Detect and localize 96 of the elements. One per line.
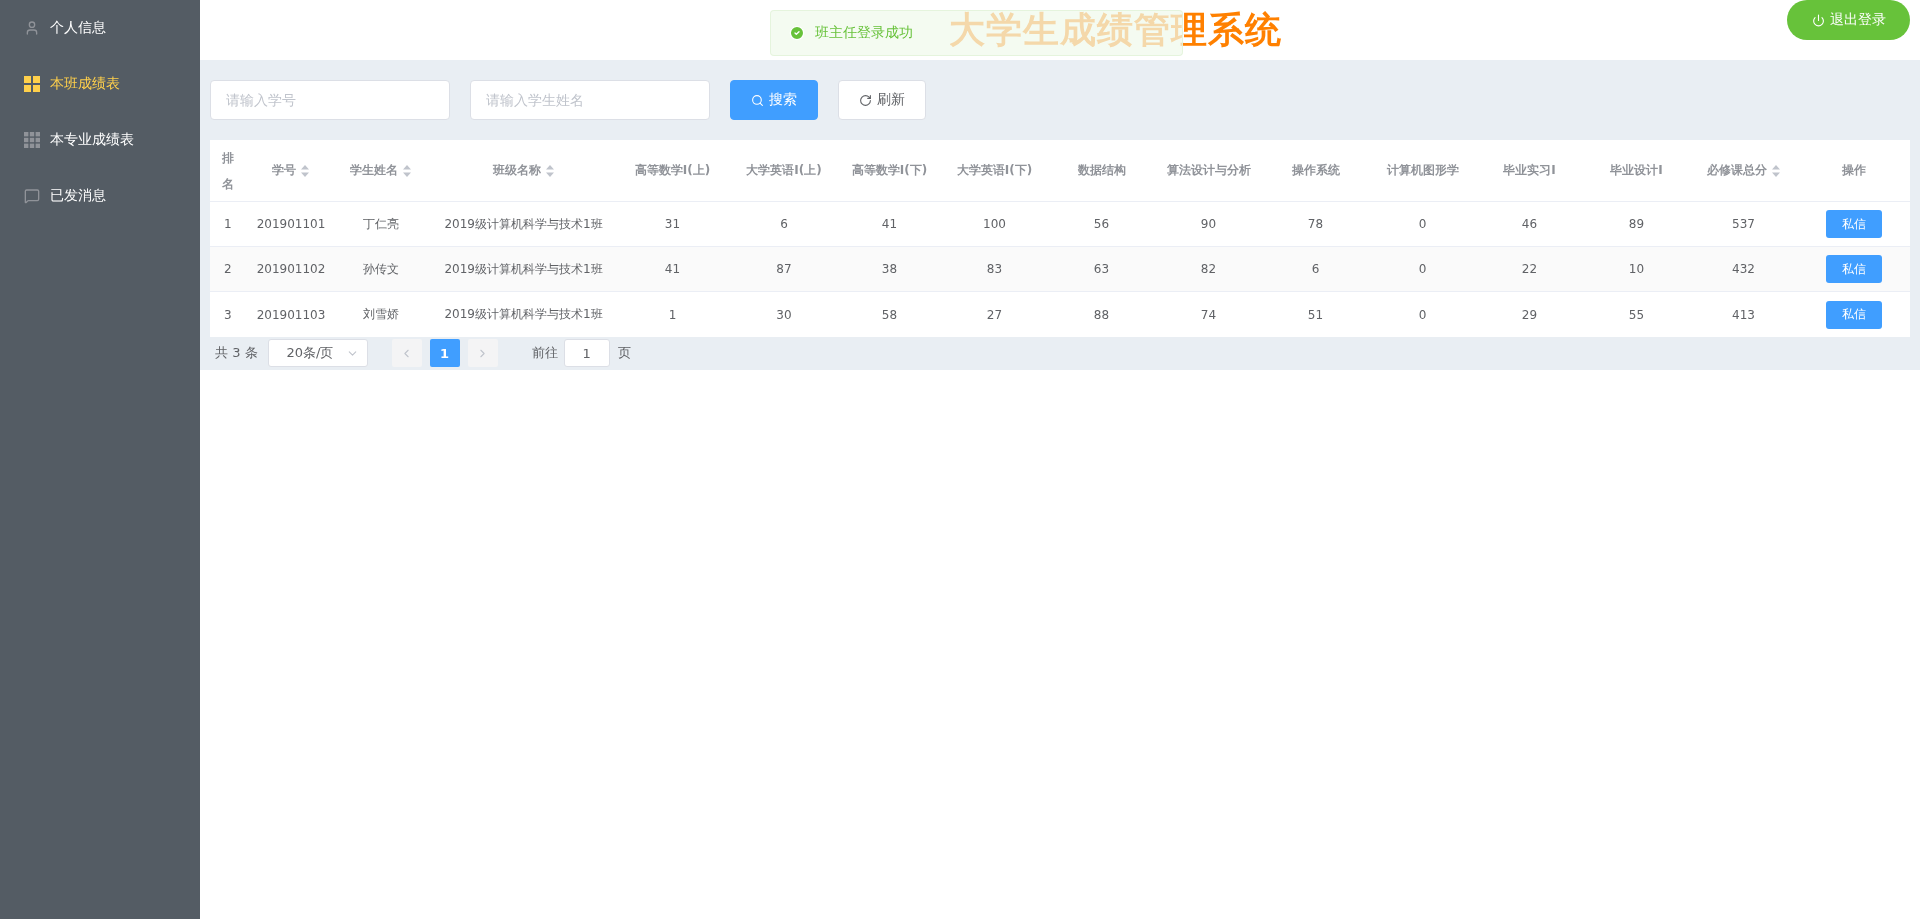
table-cell: 89 — [1628, 217, 1645, 231]
sidebar-label: 本班成绩表 — [50, 75, 120, 93]
table-cell: 83 — [986, 262, 1003, 276]
sidebar-item[interactable]: 个人信息 — [0, 0, 200, 56]
column-header: 大学英语I(上) — [746, 162, 822, 179]
column-header: 高等数学I(下) — [851, 162, 928, 179]
table-cell: 201901102 — [256, 262, 326, 276]
table-cell: 87 — [776, 262, 792, 276]
table-cell: 201901103 — [256, 307, 326, 322]
search-button[interactable]: 搜索 — [730, 80, 818, 120]
user-icon — [24, 20, 40, 36]
column-header: 必修课总分 — [1706, 162, 1767, 179]
sidebar-item[interactable]: 已发消息 — [0, 168, 200, 224]
goto-page-field[interactable]: 1 — [563, 339, 610, 367]
table-cell: 90 — [1200, 217, 1217, 231]
toast-message: 班主任登录成功 — [815, 24, 913, 42]
column-header: 高等数学I(上) — [634, 162, 711, 179]
sort-icon[interactable] — [300, 163, 310, 178]
message-button[interactable]: 私信 — [1825, 210, 1882, 238]
nine-squares-icon — [24, 132, 40, 148]
table-cell: 0 — [1418, 217, 1427, 231]
column-header: 数据结构 — [1077, 162, 1126, 179]
student-name-field[interactable]: 请输入学生姓名 — [470, 80, 710, 120]
column-header: 班级名称 — [492, 162, 541, 179]
column-header: 操作 — [1841, 162, 1866, 179]
table-cell: 6 — [780, 217, 788, 231]
table-cell: 432 — [1732, 262, 1755, 276]
sidebar-label: 已发消息 — [50, 187, 106, 205]
table-cell: 51 — [1307, 307, 1324, 322]
refresh-icon — [859, 93, 872, 107]
table-cell: 537 — [1732, 217, 1755, 231]
table-cell: 78 — [1307, 217, 1324, 231]
table-cell: 74 — [1200, 307, 1217, 322]
table-cell-text: 1 — [223, 217, 232, 231]
column-header: 大学英语I(下) — [956, 162, 1033, 179]
table-cell: 2019级计算机科学与技术1班 — [444, 215, 603, 233]
page-suffix: 页 — [617, 344, 631, 362]
column-header: 毕业实习I — [1503, 162, 1556, 179]
table-cell: 22 — [1521, 262, 1538, 276]
table-cell: 100 — [983, 217, 1006, 231]
table-cell: 413 — [1732, 307, 1755, 322]
search-icon — [751, 93, 764, 107]
table-cell: 29 — [1521, 307, 1538, 322]
goto-label: 前往 — [531, 344, 558, 362]
page-number[interactable]: 1 — [429, 339, 460, 367]
table-cell-text: 3 — [223, 307, 232, 322]
sidebar-label: 本专业成绩表 — [50, 131, 134, 149]
student-id-field[interactable]: 请输入学号 — [210, 80, 450, 120]
column-header: 学号 — [272, 162, 296, 179]
column-header: 毕业设计I — [1610, 162, 1663, 179]
power-icon — [1811, 13, 1825, 27]
check-icon — [789, 25, 805, 41]
table-cell: 58 — [881, 307, 898, 322]
table-cell: 41 — [881, 217, 898, 231]
table-cell: 41 — [664, 262, 681, 276]
table-cell: 丁仁亮 — [363, 215, 399, 233]
table-cell: 0 — [1418, 262, 1427, 276]
column-header: 排名 — [222, 149, 234, 193]
table-cell: 刘雪娇 — [363, 306, 399, 323]
table-cell: 46 — [1521, 217, 1538, 231]
table-cell: 55 — [1628, 307, 1645, 322]
table-cell: 31 — [664, 217, 681, 231]
table-cell: 82 — [1200, 262, 1217, 276]
page-title: 大学生成绩管理系统 — [948, 7, 1282, 52]
table-cell: 10 — [1628, 262, 1645, 276]
column-header: 操作系统 — [1291, 162, 1340, 179]
message-button[interactable]: 私信 — [1825, 300, 1882, 329]
sort-icon[interactable] — [1770, 163, 1781, 178]
table-cell: 201901101 — [256, 217, 326, 231]
column-header: 计算机图形学 — [1386, 162, 1459, 179]
four-squares-icon — [24, 76, 40, 92]
table-cell: 30 — [776, 307, 792, 322]
table-cell-text: 2 — [223, 262, 232, 276]
message-button[interactable]: 私信 — [1825, 255, 1882, 283]
sidebar-item[interactable]: 本班成绩表 — [0, 56, 200, 112]
sort-icon[interactable] — [544, 163, 555, 178]
sort-icon[interactable] — [402, 163, 412, 178]
page-size-select[interactable]: 20条/页 — [267, 339, 368, 367]
table-cell: 63 — [1093, 262, 1110, 276]
table-cell: 1 — [668, 307, 677, 322]
sidebar-label: 个人信息 — [50, 19, 106, 37]
message-icon — [24, 188, 40, 204]
table-cell: 2019级计算机科学与技术1班 — [444, 260, 603, 278]
column-header: 学生姓名 — [350, 162, 398, 179]
table-cell: 2019级计算机科学与技术1班 — [444, 306, 603, 323]
column-header: 算法设计与分析 — [1166, 162, 1251, 179]
table-cell: 27 — [986, 307, 1003, 322]
refresh-button[interactable]: 刷新 — [838, 80, 926, 120]
table-cell: 0 — [1418, 307, 1427, 322]
sidebar-item[interactable]: 本专业成绩表 — [0, 112, 200, 168]
table-cell: 孙传文 — [363, 260, 399, 278]
table-cell: 88 — [1093, 307, 1110, 322]
table-cell: 6 — [1311, 262, 1320, 276]
table-cell: 56 — [1093, 217, 1110, 231]
table-cell: 38 — [881, 262, 898, 276]
total-count: 共 3 条 — [215, 344, 258, 362]
